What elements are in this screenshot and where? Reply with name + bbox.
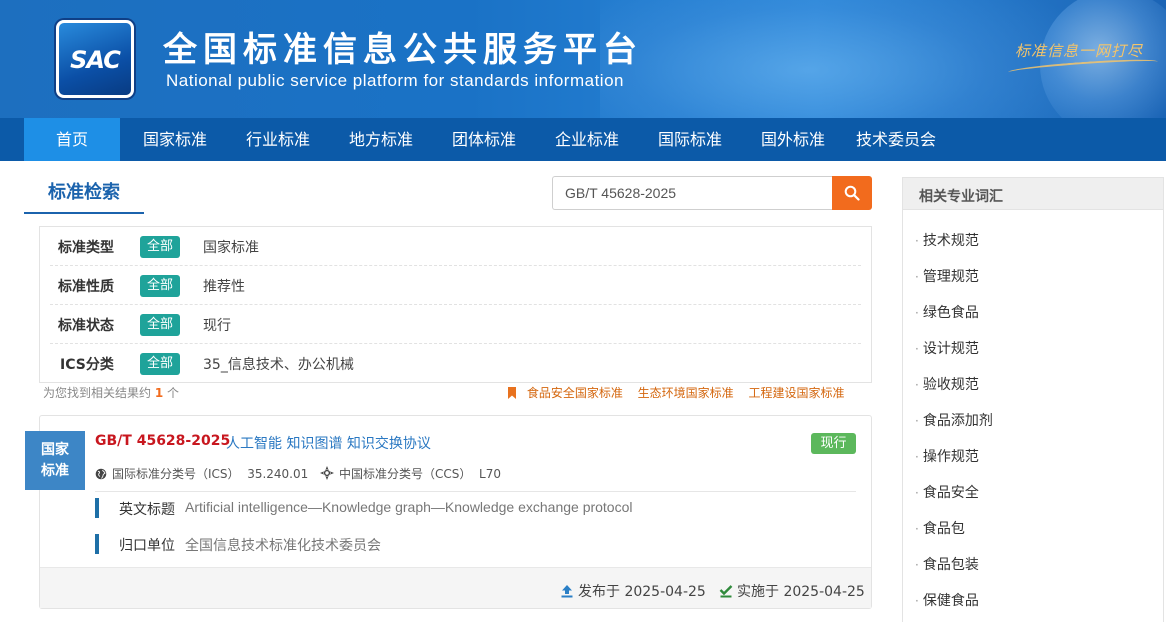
related-term[interactable]: · 管理规范: [915, 266, 979, 286]
filter-label: 标准类型: [58, 240, 114, 256]
crosshair-icon: [320, 466, 334, 480]
nav-item-national[interactable]: 国家标准: [128, 118, 222, 161]
nav-item-foreign[interactable]: 国外标准: [746, 118, 840, 161]
filter-row-type: 标准类型 全部 国家标准: [50, 227, 861, 266]
nav-item-enterprise[interactable]: 企业标准: [540, 118, 634, 161]
standard-type-badge: 国家 标准: [25, 431, 85, 490]
ics-value: 35.240.01: [247, 467, 309, 481]
related-term[interactable]: · 绿色食品: [915, 302, 979, 322]
filter-option[interactable]: 现行: [203, 315, 231, 335]
related-terms-header: 相关专业词汇: [903, 178, 1163, 210]
english-title-value: Artificial intelligence—Knowledge graph—…: [185, 499, 633, 515]
related-terms-panel: 相关专业词汇 · 技术规范 · 管理规范 · 绿色食品 · 设计规范 · 验收规范 · 食品…: [902, 177, 1164, 622]
upload-icon: [561, 585, 573, 598]
filter-row-ics: ICS分类 全部 35_信息技术、办公机械: [50, 344, 861, 383]
logo-text: SAC: [70, 46, 121, 74]
type-line-2: 标准: [41, 463, 69, 479]
filter-option[interactable]: 国家标准: [203, 237, 259, 257]
ccs-label: 中国标准分类号（CCS）: [339, 467, 472, 481]
search-button[interactable]: [832, 176, 872, 210]
related-terms-title: 相关专业词汇: [919, 189, 1003, 205]
quick-link-ecology[interactable]: 生态环境国家标准: [638, 386, 734, 400]
standard-code[interactable]: GB/T 45628-2025: [95, 433, 230, 449]
filter-all-tag[interactable]: 全部: [140, 314, 180, 336]
related-term[interactable]: · 验收规范: [915, 374, 979, 394]
filter-panel: 标准类型 全部 国家标准 标准性质 全部 推荐性 标准状态 全部 现行 ICS分…: [39, 226, 872, 383]
ics-label: 国际标准分类号（ICS）: [112, 467, 240, 481]
bookmark-icon: [508, 387, 516, 399]
filter-label: 标准性质: [58, 279, 114, 295]
filter-all-tag[interactable]: 全部: [140, 236, 180, 258]
related-term[interactable]: · 技术规范: [915, 230, 979, 250]
header-banner: SAC 全国标准信息公共服务平台 National public service…: [0, 0, 1166, 118]
standard-code-number: /T 45628-2025: [117, 433, 231, 449]
slogan: 标准信息一网打尽: [1015, 42, 1144, 60]
publish-date: 发布于 2025-04-25: [560, 581, 706, 601]
ccs-meta: 中国标准分类号（CCS） L70: [320, 465, 501, 482]
ccs-value: L70: [479, 467, 501, 481]
site-title-en: National public service platform for sta…: [166, 71, 624, 90]
related-term[interactable]: · 食品添加剂: [915, 410, 993, 430]
result-count: 为您找到相关结果约 1 个: [43, 384, 179, 401]
site-title-cn: 全国标准信息公共服务平台: [163, 30, 643, 70]
english-title-label: 英文标题: [119, 502, 175, 518]
info-row-marker: [95, 534, 99, 554]
ics-meta: 国际标准分类号（ICS） 35.240.01: [95, 465, 308, 482]
responsible-unit-label: 归口单位: [119, 538, 175, 554]
related-term[interactable]: · 食品包: [915, 518, 965, 538]
nav-item-home[interactable]: 首页: [24, 118, 120, 161]
result-count-number: 1: [154, 386, 164, 400]
publish-date-text: 发布于 2025-04-25: [578, 584, 706, 600]
quick-link-food-safety[interactable]: 食品安全国家标准: [527, 386, 623, 400]
main-nav: 首页 国家标准 行业标准 地方标准 团体标准 企业标准 国际标准 国外标准 技术…: [0, 118, 1166, 161]
type-line-1: 国家: [41, 442, 69, 458]
card-divider: [95, 491, 856, 492]
responsible-unit-value: 全国信息技术标准化技术委员会: [185, 537, 381, 553]
quick-link-engineering[interactable]: 工程建设国家标准: [749, 386, 845, 400]
implement-date-text: 实施于 2025-04-25: [737, 584, 865, 600]
filter-all-tag[interactable]: 全部: [140, 275, 180, 297]
globe-icon: [95, 468, 107, 480]
search-section-title: 标准检索: [48, 182, 120, 203]
related-term[interactable]: · 操作规范: [915, 446, 979, 466]
nav-item-group[interactable]: 团体标准: [437, 118, 531, 161]
standard-name[interactable]: 人工智能 知识图谱 知识交换协议: [226, 433, 431, 453]
filter-row-status: 标准状态 全部 现行: [50, 305, 861, 344]
check-icon: [719, 585, 733, 598]
nav-item-local[interactable]: 地方标准: [334, 118, 428, 161]
info-row-marker: [95, 498, 99, 518]
search-icon: [844, 185, 860, 201]
nav-item-industry[interactable]: 行业标准: [231, 118, 325, 161]
related-term[interactable]: · 设计规范: [915, 338, 979, 358]
search-title-underline: [24, 212, 144, 214]
filter-row-nature: 标准性质 全部 推荐性: [50, 266, 861, 305]
filter-option[interactable]: 推荐性: [203, 276, 245, 296]
filter-option[interactable]: 35_信息技术、办公机械: [203, 354, 354, 374]
implement-date: 实施于 2025-04-25: [719, 581, 865, 601]
nav-item-committee[interactable]: 技术委员会: [846, 118, 946, 161]
standard-code-gb: GB: [95, 433, 118, 449]
related-term[interactable]: · 食品安全: [915, 482, 979, 502]
nav-item-international[interactable]: 国际标准: [643, 118, 737, 161]
filter-label: 标准状态: [58, 318, 114, 334]
related-term[interactable]: · 食品包装: [915, 554, 979, 574]
result-count-suffix: 个: [167, 386, 180, 400]
filter-all-tag[interactable]: 全部: [140, 353, 180, 375]
search-input[interactable]: [552, 176, 834, 210]
sac-logo[interactable]: SAC: [56, 20, 134, 98]
filter-label: ICS分类: [60, 357, 114, 373]
status-badge: 现行: [811, 433, 856, 454]
related-term[interactable]: · 保健食品: [915, 590, 979, 610]
quick-links: 食品安全国家标准 生态环境国家标准 工程建设国家标准: [507, 384, 856, 401]
result-count-prefix: 为您找到相关结果约: [43, 386, 152, 400]
